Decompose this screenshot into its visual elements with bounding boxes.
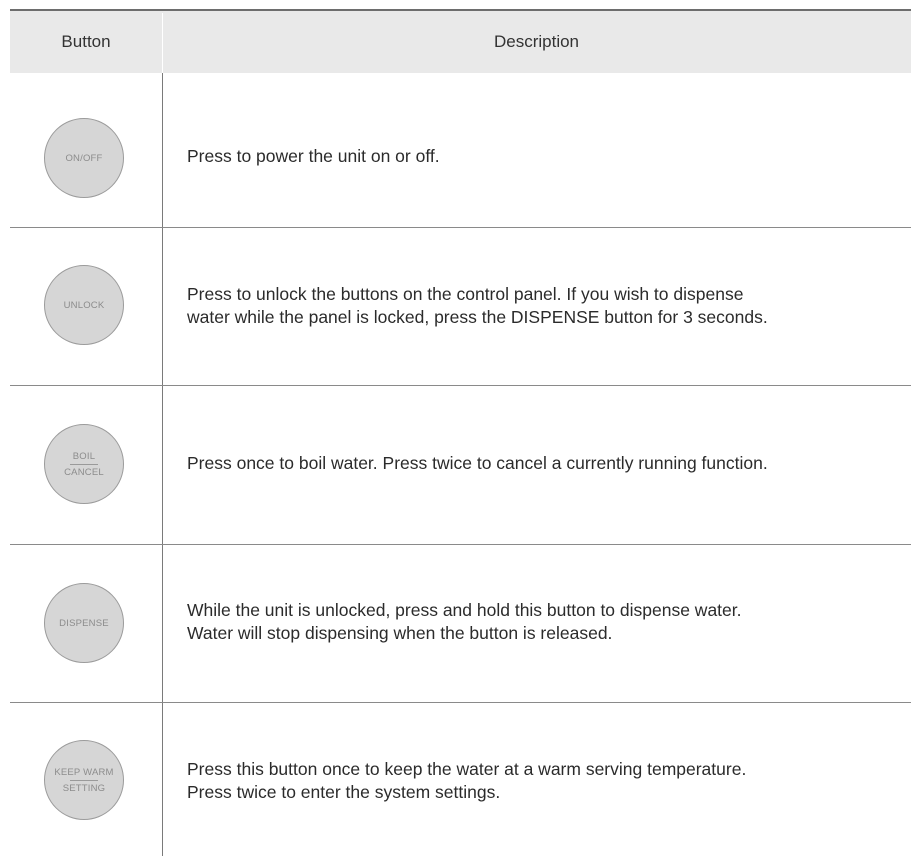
row-divider: [10, 702, 911, 703]
on-off-button-label: ON/OFF: [65, 152, 103, 164]
label-separator: [70, 463, 98, 465]
column-divider: [162, 73, 163, 856]
description-line: Press to unlock the buttons on the contr…: [187, 284, 744, 304]
keep-warm-setting-description: Press this button once to keep the water…: [187, 758, 902, 804]
boil-button-label: BOIL: [72, 450, 96, 462]
row-divider: [10, 385, 911, 386]
header-button: Button: [61, 32, 111, 51]
description-line: Press to power the unit on or off.: [187, 146, 440, 166]
unlock-description: Press to unlock the buttons on the contr…: [187, 283, 902, 329]
description-line: Press this button once to keep the water…: [187, 759, 747, 779]
dispense-description: While the unit is unlocked, press and ho…: [187, 599, 902, 645]
boil-cancel-button-icon: BOIL CANCEL: [44, 424, 124, 504]
on-off-description: Press to power the unit on or off.: [187, 145, 902, 168]
on-off-button-icon: ON/OFF: [44, 118, 124, 198]
description-line: Press twice to enter the system settings…: [187, 782, 501, 802]
cancel-button-label: CANCEL: [64, 466, 104, 478]
unlock-button-label: UNLOCK: [63, 299, 105, 311]
table-header: Button Description: [10, 9, 911, 73]
setting-button-label: SETTING: [62, 782, 106, 794]
keep-warm-button-label: KEEP WARM: [54, 766, 114, 778]
boil-cancel-description: Press once to boil water. Press twice to…: [187, 452, 902, 475]
row-divider: [10, 227, 911, 228]
description-line: Water will stop dispensing when the butt…: [187, 623, 613, 643]
keep-warm-setting-button-icon: KEEP WARM SETTING: [44, 740, 124, 820]
dispense-button-label: DISPENSE: [59, 617, 109, 629]
description-line: Press once to boil water. Press twice to…: [187, 453, 768, 473]
description-line: While the unit is unlocked, press and ho…: [187, 600, 742, 620]
label-separator: [70, 779, 98, 781]
header-description: Description: [493, 32, 580, 51]
unlock-button-icon: UNLOCK: [44, 265, 124, 345]
button-description-table: Button Description ON/OFF Press to power…: [10, 9, 911, 856]
row-divider: [10, 544, 911, 545]
dispense-button-icon: DISPENSE: [44, 583, 124, 663]
description-line: water while the panel is locked, press t…: [187, 307, 768, 327]
